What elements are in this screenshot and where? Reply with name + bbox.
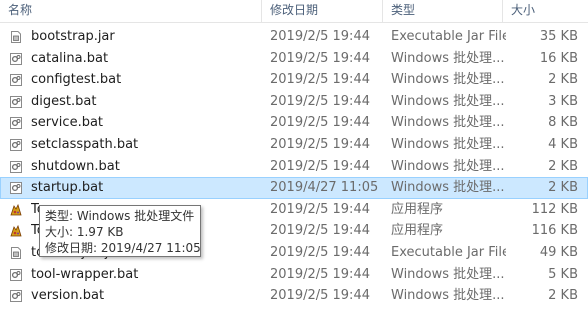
file-name: startup.bat [31, 180, 104, 196]
batch-file-icon [9, 95, 23, 109]
tooltip-type: 类型: Windows 批处理文件 [45, 209, 195, 223]
file-size: 16 KB [539, 50, 578, 66]
file-size: 3 KB [548, 93, 578, 109]
file-name: tool-wrapper.bat [31, 266, 139, 282]
file-row[interactable]: service.bat 2019/2/5 19:44 Windows 批处理... 8… [0, 112, 588, 134]
file-type: Windows 批处理... [391, 115, 505, 131]
file-modified-date: 2019/2/5 19:44 [270, 201, 370, 217]
column-divider[interactable] [261, 0, 262, 22]
column-divider[interactable] [502, 0, 503, 22]
file-modified-date: 2019/2/5 19:44 [270, 50, 370, 66]
file-size: 5 KB [548, 266, 578, 282]
file-row[interactable]: tool-wrapper.bat 2019/2/5 19:44 Windows 批处… [0, 264, 588, 286]
file-type: Windows 批处理... [391, 93, 505, 109]
file-modified-date: 2019/2/5 19:44 [270, 115, 370, 131]
file-type: Windows 批处理... [391, 158, 505, 174]
file-size: 4 KB [548, 136, 578, 152]
file-size: 2 KB [548, 180, 578, 196]
file-row[interactable]: version.bat 2019/2/5 19:44 Windows 批处理... 2… [0, 285, 588, 307]
file-row[interactable]: shutdown.bat 2019/2/5 19:44 Windows 批处理...… [0, 156, 588, 178]
file-size: 2 KB [548, 72, 578, 88]
tooltip-date: 修改日期: 2019/4/27 11:05 [45, 241, 201, 255]
column-header-size[interactable]: 大小 [511, 0, 535, 22]
file-type: 应用程序 [391, 223, 444, 239]
file-size: 2 KB [548, 288, 578, 304]
batch-file-icon [9, 138, 23, 152]
column-header-type[interactable]: 类型 [391, 0, 415, 22]
file-row[interactable]: setclasspath.bat 2019/2/5 19:44 Windows 批处… [0, 134, 588, 156]
column-header-bar: 名称 修改日期 类型 大小 [0, 0, 588, 23]
file-modified-date: 2019/2/5 19:44 [270, 223, 370, 239]
file-modified-date: 2019/2/5 19:44 [270, 93, 370, 109]
file-row[interactable]: catalina.bat 2019/2/5 19:44 Windows 批处理...… [0, 48, 588, 70]
batch-file-icon [9, 289, 23, 303]
file-type: Executable Jar File [391, 29, 506, 44]
jar-file-icon [9, 30, 23, 44]
file-name: bootstrap.jar [31, 29, 115, 44]
file-row[interactable]: bootstrap.jar 2019/2/5 19:44 Executable Ja… [0, 26, 588, 48]
jar-file-icon [9, 246, 23, 260]
file-type: Windows 批处理... [391, 136, 505, 152]
file-name: service.bat [31, 115, 104, 131]
file-name: version.bat [31, 288, 105, 304]
file-type: Executable Jar File [391, 244, 506, 260]
file-type: Windows 批处理... [391, 180, 505, 196]
file-name: digest.bat [31, 93, 97, 109]
file-modified-date: 2019/2/5 19:44 [270, 266, 370, 282]
file-size: 49 KB [539, 244, 578, 260]
file-modified-date: 2019/2/5 19:44 [270, 29, 370, 44]
file-name: configtest.bat [31, 72, 122, 88]
column-header-name[interactable]: 名称 [8, 0, 32, 22]
file-size: 35 KB [539, 29, 578, 44]
batch-file-icon [9, 52, 23, 66]
file-modified-date: 2019/2/5 19:44 [270, 136, 370, 152]
file-size: 2 KB [548, 158, 578, 174]
batch-file-icon [9, 181, 23, 195]
file-modified-date: 2019/2/5 19:44 [270, 244, 370, 260]
file-modified-date: 2019/2/5 19:44 [270, 72, 370, 88]
file-row[interactable]: configtest.bat 2019/2/5 19:44 Windows 批处理.… [0, 69, 588, 91]
file-row-selected[interactable]: startup.bat 2019/4/27 11:05 Windows 批处理...… [0, 177, 588, 199]
file-name: catalina.bat [31, 50, 109, 66]
batch-file-icon [9, 116, 23, 130]
file-type: Windows 批处理... [391, 50, 505, 66]
file-size: 8 KB [548, 115, 578, 131]
file-row[interactable]: digest.bat 2019/2/5 19:44 Windows 批处理... 3 … [0, 91, 588, 113]
file-type: 应用程序 [391, 201, 444, 217]
file-size: 116 KB [531, 223, 578, 239]
column-divider[interactable] [382, 0, 383, 22]
file-type: Windows 批处理... [391, 72, 505, 88]
file-info-tooltip: 类型: Windows 批处理文件 大小: 1.97 KB 修改日期: 2019… [39, 205, 201, 257]
tomcat-exe-icon [9, 224, 23, 238]
file-name: shutdown.bat [31, 158, 120, 174]
file-size: 112 KB [531, 201, 578, 217]
file-modified-date: 2019/2/5 19:44 [270, 158, 370, 174]
file-type: Windows 批处理... [391, 288, 505, 304]
batch-file-icon [9, 268, 23, 282]
file-modified-date: 2019/2/5 19:44 [270, 288, 370, 304]
column-header-date[interactable]: 修改日期 [270, 0, 318, 22]
batch-file-icon [9, 160, 23, 174]
batch-file-icon [9, 73, 23, 87]
file-modified-date: 2019/4/27 11:05 [270, 180, 379, 196]
file-list: bootstrap.jar 2019/2/5 19:44 Executable Ja… [0, 26, 588, 307]
file-name: setclasspath.bat [31, 136, 139, 152]
file-type: Windows 批处理... [391, 266, 505, 282]
tooltip-size: 大小: 1.97 KB [45, 225, 124, 239]
tomcat-exe-icon [9, 203, 23, 217]
